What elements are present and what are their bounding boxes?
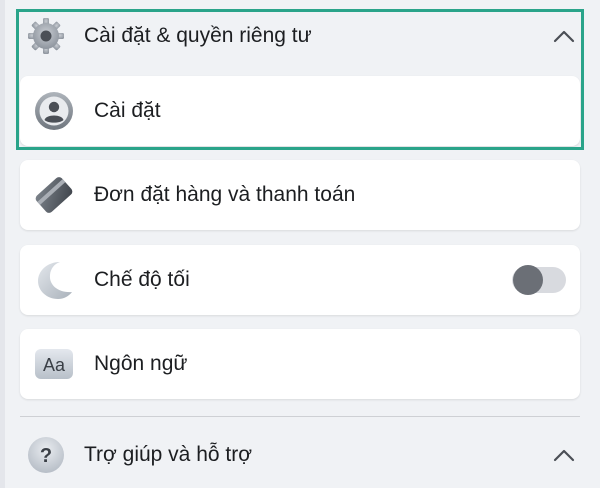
language-icon-text: Aa [43,355,66,375]
menu-item-settings[interactable]: Cài đặt [20,76,580,146]
settings-menu-panel: Cài đặt & quyền riêng tư Cài đặt Đơn đặt… [0,0,600,488]
help-icon: ? [24,433,68,477]
panel-edge [0,0,5,488]
menu-item-orders-payments[interactable]: Đơn đặt hàng và thanh toán [20,160,580,230]
section-divider [20,416,580,417]
help-icon-text: ? [40,445,52,467]
toggle-knob [513,265,543,295]
settings-privacy-title: Cài đặt & quyền riêng tư [84,24,312,47]
gear-icon [24,14,68,58]
dark-mode-toggle[interactable] [512,265,566,295]
menu-item-label: Cài đặt [94,99,161,122]
menu-item-dark-mode[interactable]: Chế độ tối [20,245,580,315]
moon-icon [32,258,76,302]
menu-item-label: Đơn đặt hàng và thanh toán [94,183,356,206]
language-icon: Aa [32,342,76,386]
chevron-up-icon[interactable] [550,441,578,469]
help-support-title: Trợ giúp và hỗ trợ [84,443,252,466]
menu-item-language[interactable]: Aa Ngôn ngữ [20,329,580,399]
help-support-header[interactable]: ? Trợ giúp và hỗ trợ [20,425,592,485]
card-icon [32,173,76,217]
chevron-up-icon[interactable] [550,22,578,50]
settings-privacy-header[interactable]: Cài đặt & quyền riêng tư [20,6,592,66]
menu-item-label: Chế độ tối [94,268,190,291]
profile-icon [32,89,76,133]
menu-item-label: Ngôn ngữ [94,352,188,375]
